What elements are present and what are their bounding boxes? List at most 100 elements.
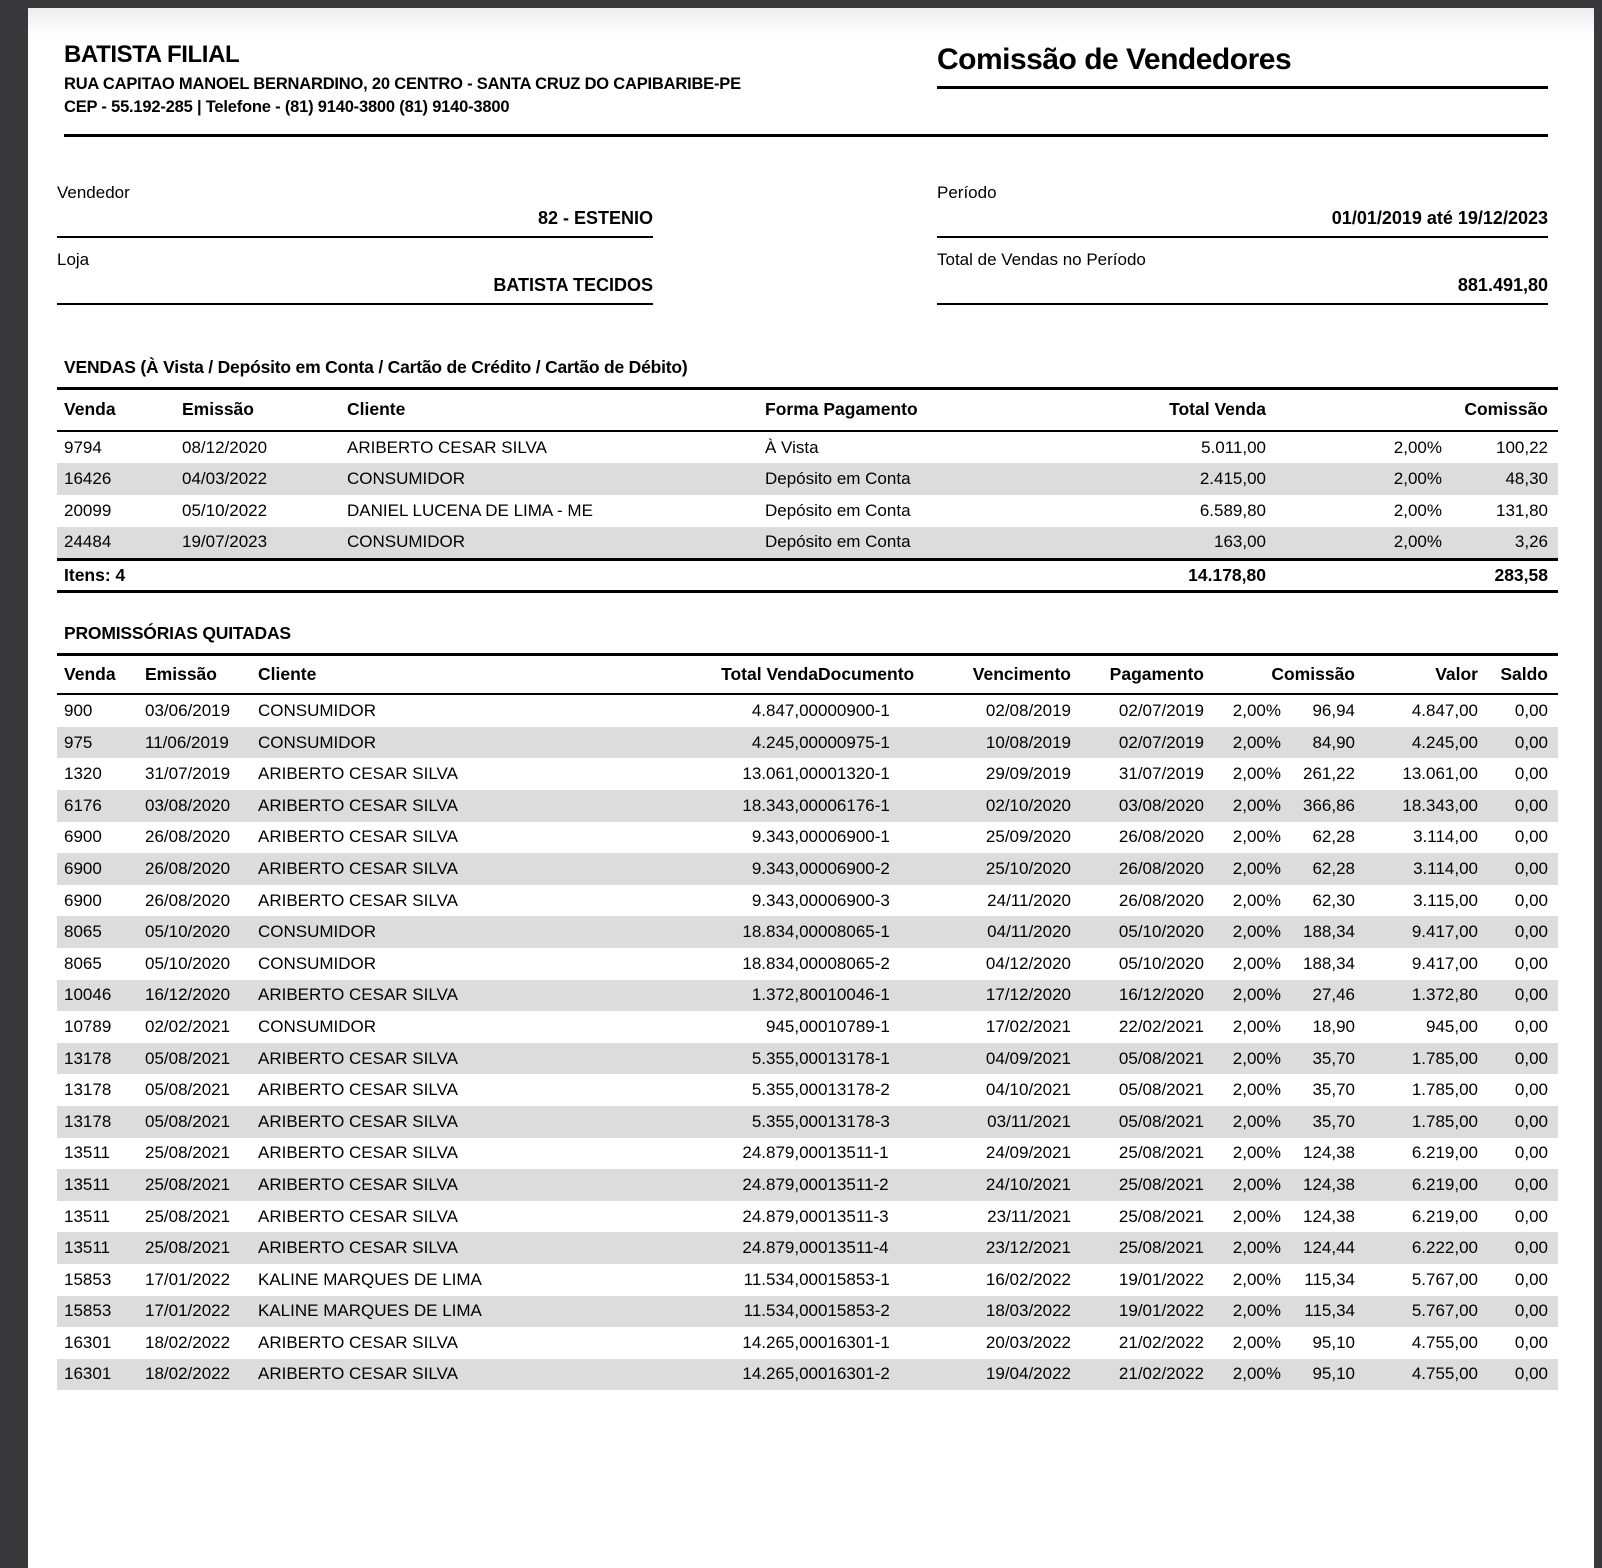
field-vendedor: Vendedor 82 - ESTENIO bbox=[57, 183, 653, 238]
cell-total-venda: 4.245,00 bbox=[524, 733, 818, 753]
prom-col-emissao: Emissão bbox=[145, 664, 258, 685]
cell-valor: 6.219,00 bbox=[1355, 1143, 1478, 1163]
field-loja-label: Loja bbox=[57, 250, 653, 270]
promissorias-table-row: 6176 03/08/2020 ARIBERTO CESAR SILVA 18.… bbox=[57, 790, 1558, 822]
vendas-table-row: 24484 19/07/2023 CONSUMIDOR Depósito em … bbox=[57, 527, 1558, 559]
vendas-table-row: 9794 08/12/2020 ARIBERTO CESAR SILVA À V… bbox=[57, 432, 1558, 464]
cell-comissao-pct: 2,00% bbox=[1204, 701, 1281, 721]
promissorias-table-row: 900 03/06/2019 CONSUMIDOR 4.847,00 00090… bbox=[57, 695, 1558, 727]
cell-documento: 013178-2 bbox=[818, 1080, 938, 1100]
cell-cliente: DANIEL LUCENA DE LIMA - ME bbox=[347, 501, 765, 521]
cell-comissao-pct: 2,00% bbox=[1204, 985, 1281, 1005]
cell-total-venda: 2.415,00 bbox=[985, 469, 1266, 489]
cell-total-venda: 9.343,00 bbox=[524, 827, 818, 847]
company-address: RUA CAPITAO MANOEL BERNARDINO, 20 CENTRO… bbox=[64, 73, 741, 120]
vendas-total-venda-sum: 14.178,80 bbox=[985, 565, 1266, 586]
cell-venda: 6900 bbox=[64, 891, 145, 911]
cell-cliente: ARIBERTO CESAR SILVA bbox=[258, 1364, 524, 1384]
promissorias-table-row: 6900 26/08/2020 ARIBERTO CESAR SILVA 9.3… bbox=[57, 885, 1558, 917]
vendas-table: Venda Emissão Cliente Forma Pagamento To… bbox=[57, 387, 1558, 593]
cell-emissao: 26/08/2020 bbox=[145, 859, 258, 879]
cell-valor: 13.061,00 bbox=[1355, 764, 1478, 784]
prom-col-pagamento: Pagamento bbox=[1071, 664, 1204, 685]
cell-valor: 18.343,00 bbox=[1355, 796, 1478, 816]
cell-cliente: KALINE MARQUES DE LIMA bbox=[258, 1301, 524, 1321]
cell-pagamento: 26/08/2020 bbox=[1071, 891, 1204, 911]
cell-saldo: 0,00 bbox=[1478, 859, 1548, 879]
cell-cliente: CONSUMIDOR bbox=[258, 701, 524, 721]
cell-comissao-valor: 124,38 bbox=[1281, 1175, 1355, 1195]
cell-valor: 3.115,00 bbox=[1355, 891, 1478, 911]
cell-emissao: 25/08/2021 bbox=[145, 1175, 258, 1195]
field-periodo-label: Período bbox=[937, 183, 1548, 203]
cell-venda: 13511 bbox=[64, 1207, 145, 1227]
field-total-vendas-value: 881.491,80 bbox=[937, 275, 1548, 305]
cell-venda: 13511 bbox=[64, 1143, 145, 1163]
cell-cliente: ARIBERTO CESAR SILVA bbox=[258, 827, 524, 847]
promissorias-table-row: 16301 18/02/2022 ARIBERTO CESAR SILVA 14… bbox=[57, 1327, 1558, 1359]
cell-total-venda: 5.011,00 bbox=[985, 438, 1266, 458]
cell-vencimento: 20/03/2022 bbox=[938, 1333, 1071, 1353]
cell-emissao: 02/02/2021 bbox=[145, 1017, 258, 1037]
cell-venda: 6900 bbox=[64, 827, 145, 847]
cell-pagamento: 05/10/2020 bbox=[1071, 954, 1204, 974]
cell-saldo: 0,00 bbox=[1478, 1143, 1548, 1163]
cell-comissao-pct: 2,00% bbox=[1204, 1049, 1281, 1069]
cell-documento: 008065-2 bbox=[818, 954, 938, 974]
cell-cliente: ARIBERTO CESAR SILVA bbox=[258, 985, 524, 1005]
cell-pagamento: 02/07/2019 bbox=[1071, 733, 1204, 753]
prom-col-vencimento: Vencimento bbox=[938, 664, 1071, 685]
cell-comissao-valor: 18,90 bbox=[1281, 1017, 1355, 1037]
cell-comissao-pct: 2,00% bbox=[1204, 1017, 1281, 1037]
field-loja-value: BATISTA TECIDOS bbox=[57, 275, 653, 305]
cell-documento: 010789-1 bbox=[818, 1017, 938, 1037]
cell-documento: 013511-3 bbox=[818, 1207, 938, 1227]
cell-valor: 4.755,00 bbox=[1355, 1364, 1478, 1384]
cell-emissao: 11/06/2019 bbox=[145, 733, 258, 753]
cell-pagamento: 25/08/2021 bbox=[1071, 1238, 1204, 1258]
company-address-line1: RUA CAPITAO MANOEL BERNARDINO, 20 CENTRO… bbox=[64, 73, 741, 96]
promissorias-table-row: 8065 05/10/2020 CONSUMIDOR 18.834,00 008… bbox=[57, 916, 1558, 948]
report-title-block: Comissão de Vendedores bbox=[937, 43, 1548, 89]
field-vendedor-label: Vendedor bbox=[57, 183, 653, 203]
cell-total-venda: 11.534,00 bbox=[524, 1301, 818, 1321]
cell-venda: 10789 bbox=[64, 1017, 145, 1037]
cell-saldo: 0,00 bbox=[1478, 1112, 1548, 1132]
cell-venda: 16301 bbox=[64, 1364, 145, 1384]
cell-pagamento: 05/08/2021 bbox=[1071, 1112, 1204, 1132]
cell-cliente: CONSUMIDOR bbox=[258, 1017, 524, 1037]
cell-venda: 9794 bbox=[64, 438, 182, 458]
cell-comissao-pct: 2,00% bbox=[1204, 954, 1281, 974]
cell-documento: 008065-1 bbox=[818, 922, 938, 942]
cell-vencimento: 10/08/2019 bbox=[938, 733, 1071, 753]
cell-venda: 16301 bbox=[64, 1333, 145, 1353]
vendas-col-forma: Forma Pagamento bbox=[765, 399, 985, 420]
cell-venda: 900 bbox=[64, 701, 145, 721]
report-title: Comissão de Vendedores bbox=[937, 43, 1548, 77]
cell-saldo: 0,00 bbox=[1478, 891, 1548, 911]
cell-cliente: ARIBERTO CESAR SILVA bbox=[347, 438, 765, 458]
cell-total-venda: 5.355,00 bbox=[524, 1080, 818, 1100]
cell-emissao: 04/03/2022 bbox=[182, 469, 347, 489]
cell-vencimento: 02/10/2020 bbox=[938, 796, 1071, 816]
cell-vencimento: 24/09/2021 bbox=[938, 1143, 1071, 1163]
cell-saldo: 0,00 bbox=[1478, 1301, 1548, 1321]
cell-comissao-pct: 2,00% bbox=[1204, 764, 1281, 784]
summary-fields: Vendedor 82 - ESTENIO Loja BATISTA TECID… bbox=[64, 183, 1548, 305]
cell-documento: 006176-1 bbox=[818, 796, 938, 816]
cell-venda: 8065 bbox=[64, 922, 145, 942]
prom-col-cliente: Cliente bbox=[258, 664, 524, 685]
cell-pagamento: 21/02/2022 bbox=[1071, 1333, 1204, 1353]
cell-saldo: 0,00 bbox=[1478, 764, 1548, 784]
cell-vencimento: 17/12/2020 bbox=[938, 985, 1071, 1005]
cell-pagamento: 03/08/2020 bbox=[1071, 796, 1204, 816]
cell-cliente: CONSUMIDOR bbox=[258, 733, 524, 753]
report-viewport: { "colors": { "frame": "#39393b", "row_a… bbox=[0, 0, 1602, 1410]
cell-comissao-valor: 84,90 bbox=[1281, 733, 1355, 753]
cell-comissao-pct: 2,00% bbox=[1204, 891, 1281, 911]
cell-saldo: 0,00 bbox=[1478, 1238, 1548, 1258]
cell-saldo: 0,00 bbox=[1478, 1080, 1548, 1100]
cell-cliente: ARIBERTO CESAR SILVA bbox=[258, 1175, 524, 1195]
field-vendedor-value: 82 - ESTENIO bbox=[57, 208, 653, 238]
cell-total-venda: 24.879,00 bbox=[524, 1143, 818, 1163]
